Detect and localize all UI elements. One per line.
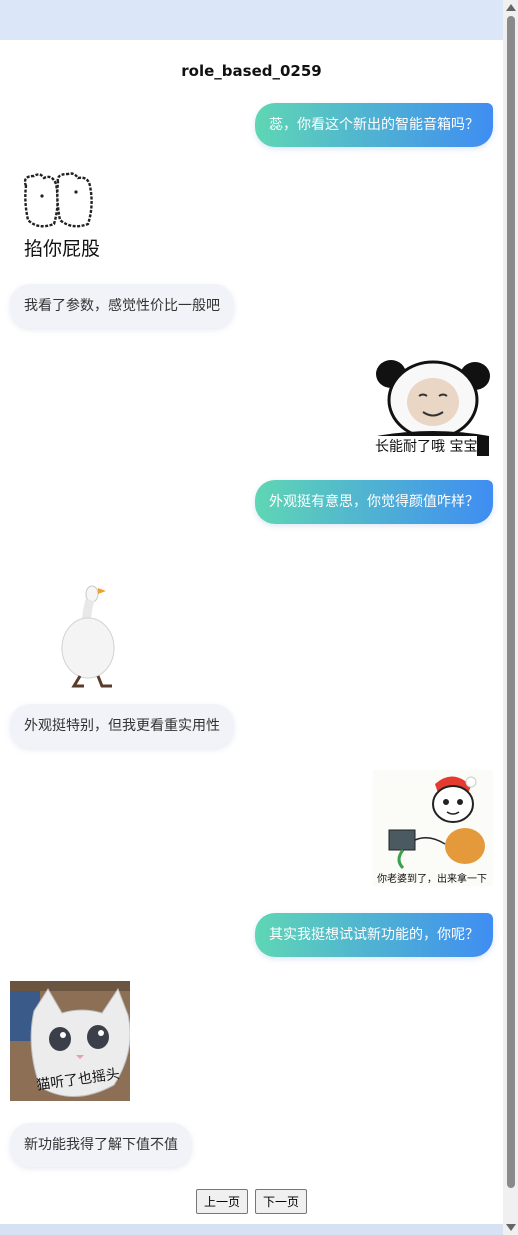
sticker-caption: 掐你屁股 <box>24 238 101 260</box>
sticker-caption: 长能耐了哦 宝宝 <box>375 436 478 456</box>
message-sticker <box>10 548 140 688</box>
vertical-scrollbar[interactable] <box>503 0 518 1235</box>
message-sticker: 长能耐了哦 宝宝 <box>373 352 493 456</box>
message-bubble-right: 外观挺有意思，你觉得颜值咋样？ <box>255 480 493 524</box>
message-bubble-right: 蕊，你看这个新出的智能音箱吗？ <box>255 103 493 147</box>
goose-sticker-icon <box>61 585 115 688</box>
message-bubble-right: 其实我挺想试试新功能的，你呢？ <box>255 913 493 957</box>
message-bubble-left: 新功能我得了解下值不值 <box>10 1123 192 1167</box>
pagination: 上一页 下一页 <box>0 1189 503 1214</box>
santa-panda-sticker-icon <box>373 770 493 870</box>
scroll-thumb[interactable] <box>507 16 515 1188</box>
message-bubble-left: 外观挺特别，但我更看重实用性 <box>10 704 234 748</box>
chat-panel: role_based_0259 蕊，你看这个新出的智能音箱吗？ 掐你屁股 我看了… <box>0 40 503 1224</box>
sticker-caption: 你老婆到了，出来拿一下 <box>377 874 487 885</box>
next-page-button[interactable]: 下一页 <box>255 1189 308 1214</box>
message-sticker: 猫听了也摇头 <box>10 981 130 1101</box>
message-bubble-left: 我看了参数，感觉性价比一般吧 <box>10 284 234 328</box>
scroll-down-icon[interactable] <box>506 1224 516 1231</box>
prev-page-button[interactable]: 上一页 <box>195 1189 248 1214</box>
scroll-up-icon[interactable] <box>506 4 516 11</box>
message-sticker: 你老婆到了，出来拿一下 <box>373 770 493 886</box>
page-title: role_based_0259 <box>181 62 322 80</box>
message-sticker: 掐你屁股 <box>20 172 124 264</box>
